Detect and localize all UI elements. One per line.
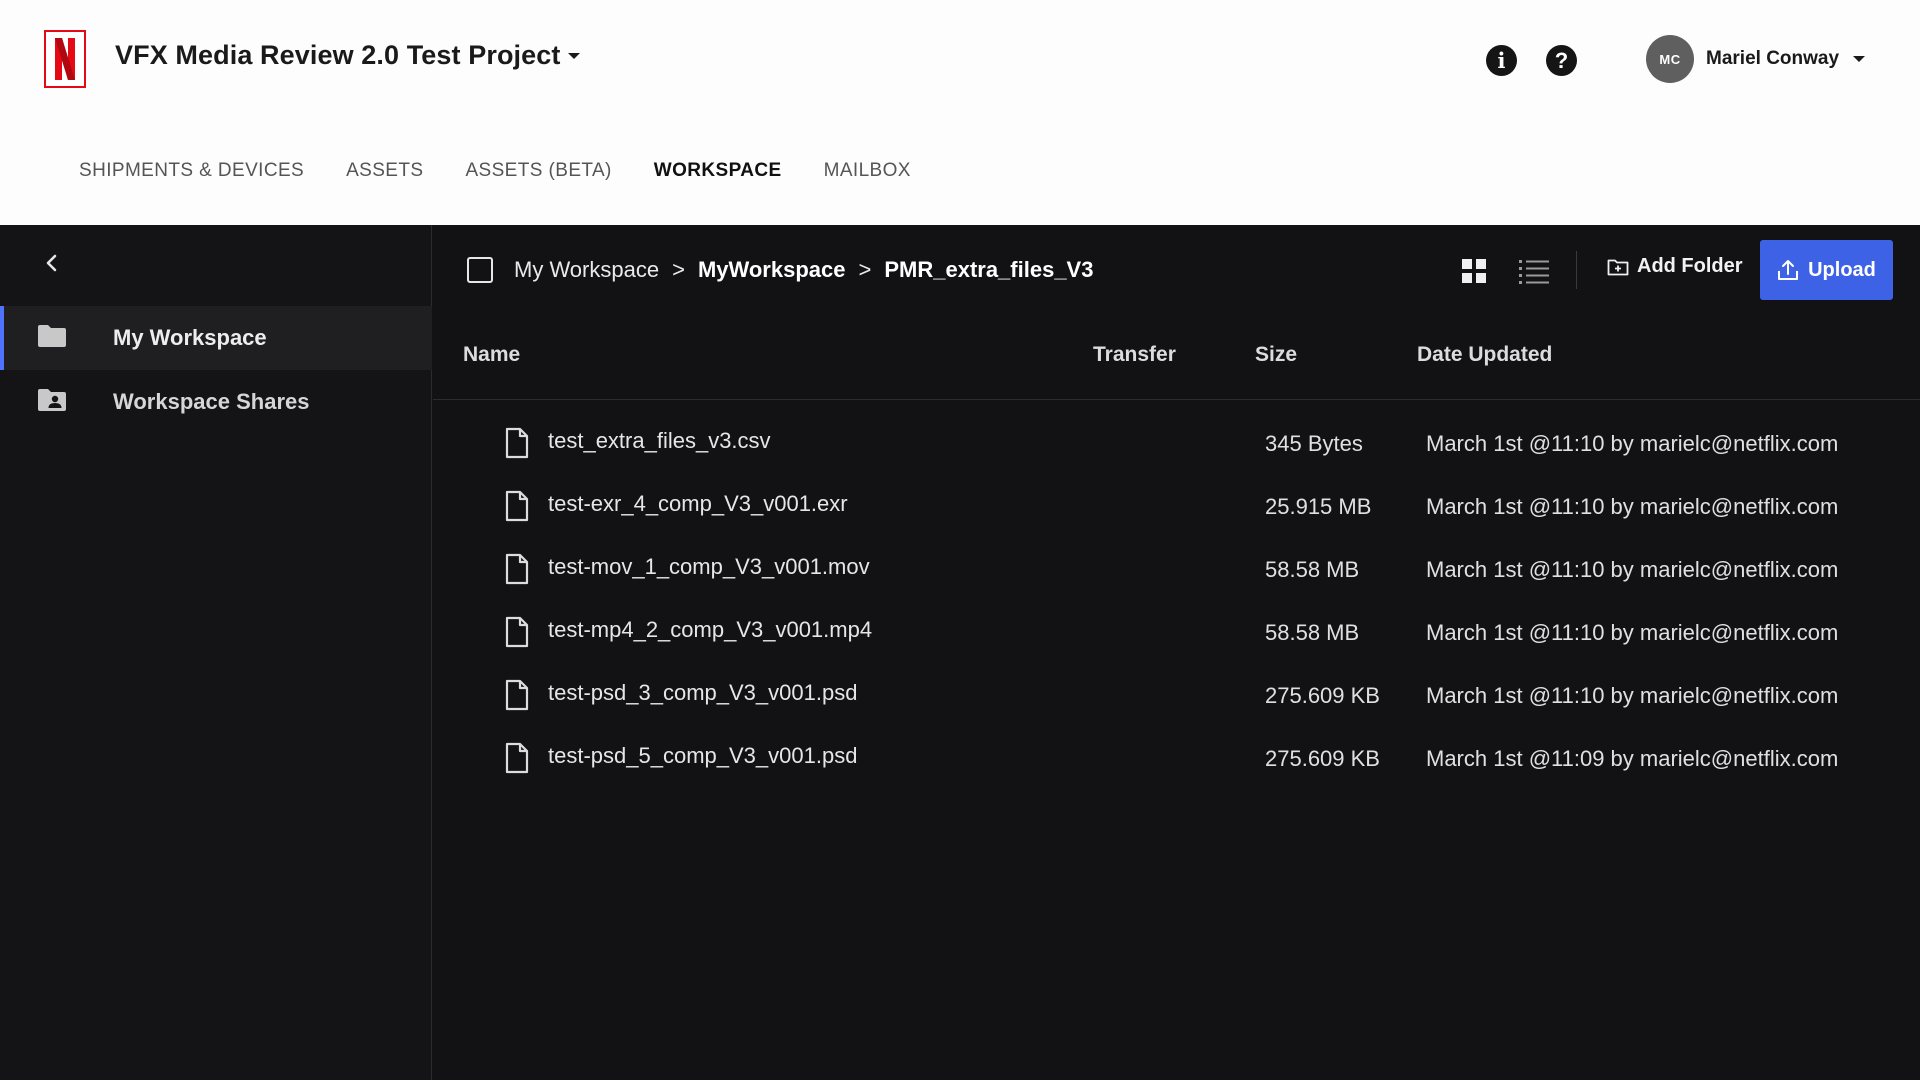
workspace-main: My Workspace > MyWorkspace > PMR_extra_f… — [433, 225, 1920, 1080]
file-date-updated: March 1st @11:10 by marielc@netflix.com — [1426, 620, 1839, 645]
netflix-logo-icon[interactable] — [44, 30, 86, 88]
table-row[interactable]: test-psd_5_comp_V3_v001.psd 275.609 KB M… — [433, 730, 1920, 793]
table-header: Name Transfer Size Date Updated — [433, 343, 1920, 400]
column-header-name[interactable]: Name — [463, 343, 520, 367]
add-folder-label: Add Folder — [1637, 255, 1743, 277]
list-view-icon[interactable] — [1518, 258, 1550, 284]
breadcrumb-separator: > — [672, 257, 685, 282]
user-name: Mariel Conway — [1706, 48, 1840, 69]
table-row[interactable]: test-exr_4_comp_V3_v001.exr 25.915 MB Ma… — [433, 478, 1920, 541]
column-header-size[interactable]: Size — [1255, 343, 1297, 367]
file-icon — [505, 616, 529, 648]
nav-tab-workspace[interactable]: WORKSPACE — [654, 160, 782, 182]
sidebar: My Workspace Workspace Shares — [0, 225, 432, 1080]
app-header: VFX Media Review 2.0 Test Project i ? MC… — [0, 0, 1920, 225]
table-row[interactable]: test-mov_1_comp_V3_v001.mov 58.58 MB Mar… — [433, 541, 1920, 604]
file-icon — [505, 679, 529, 711]
file-size: 345 Bytes — [1265, 431, 1363, 456]
shared-folder-icon — [38, 389, 66, 411]
file-icon — [505, 427, 529, 459]
file-size: 275.609 KB — [1265, 683, 1380, 708]
table-row[interactable]: test-mp4_2_comp_V3_v001.mp4 58.58 MB Mar… — [433, 604, 1920, 667]
add-folder-button[interactable]: Add Folder — [1607, 255, 1743, 278]
column-header-date-updated[interactable]: Date Updated — [1417, 343, 1552, 367]
file-name: test-psd_5_comp_V3_v001.psd — [548, 743, 858, 768]
nav-tab-assets-beta[interactable]: ASSETS (BETA) — [465, 160, 611, 182]
chevron-left-icon[interactable] — [40, 251, 64, 275]
upload-button[interactable]: Upload — [1760, 240, 1893, 300]
file-icon — [505, 742, 529, 774]
file-name: test_extra_files_v3.csv — [548, 428, 771, 453]
user-menu[interactable]: MC Mariel Conway — [1646, 35, 1866, 83]
file-size: 58.58 MB — [1265, 557, 1360, 582]
avatar: MC — [1646, 35, 1694, 83]
select-all-checkbox[interactable] — [467, 257, 493, 283]
add-folder-icon — [1607, 259, 1629, 275]
file-date-updated: March 1st @11:10 by marielc@netflix.com — [1426, 431, 1839, 456]
breadcrumb-item[interactable]: My Workspace — [514, 257, 659, 283]
breadcrumb-item[interactable]: MyWorkspace — [698, 257, 846, 283]
nav-tab-mailbox[interactable]: MAILBOX — [824, 160, 911, 182]
breadcrumb: My Workspace > MyWorkspace > PMR_extra_f… — [514, 257, 1093, 283]
project-title: VFX Media Review 2.0 Test Project — [115, 40, 561, 70]
project-selector[interactable]: VFX Media Review 2.0 Test Project — [115, 40, 581, 71]
breadcrumb-separator: > — [858, 257, 872, 282]
file-size: 25.915 MB — [1265, 494, 1372, 519]
file-name: test-psd_3_comp_V3_v001.psd — [548, 680, 858, 705]
file-size: 275.609 KB — [1265, 746, 1380, 771]
sidebar-item-label: My Workspace — [113, 325, 267, 350]
file-date-updated: March 1st @11:10 by marielc@netflix.com — [1426, 683, 1839, 708]
nav-tab-shipments-devices[interactable]: SHIPMENTS & DEVICES — [79, 160, 304, 182]
file-size: 58.58 MB — [1265, 620, 1360, 645]
table-row[interactable]: test_extra_files_v3.csv 345 Bytes March … — [433, 415, 1920, 478]
table-row[interactable]: test-psd_3_comp_V3_v001.psd 275.609 KB M… — [433, 667, 1920, 730]
folder-icon — [38, 325, 66, 347]
chevron-down-icon — [568, 52, 581, 59]
sidebar-item-label: Workspace Shares — [113, 389, 310, 414]
help-icon[interactable]: ? — [1546, 45, 1577, 76]
chevron-down-icon — [1853, 56, 1866, 62]
file-name: test-mov_1_comp_V3_v001.mov — [548, 554, 870, 579]
file-icon — [505, 490, 529, 522]
main-nav: SHIPMENTS & DEVICES ASSETS ASSETS (BETA)… — [79, 160, 911, 182]
file-icon — [505, 553, 529, 585]
file-date-updated: March 1st @11:10 by marielc@netflix.com — [1426, 494, 1839, 519]
info-icon[interactable]: i — [1486, 45, 1517, 76]
breadcrumb-current: PMR_extra_files_V3 — [884, 257, 1094, 282]
sidebar-item-my-workspace[interactable]: My Workspace — [0, 306, 432, 370]
file-date-updated: March 1st @11:10 by marielc@netflix.com — [1426, 557, 1839, 582]
sidebar-item-workspace-shares[interactable]: Workspace Shares — [0, 370, 432, 434]
grid-view-icon[interactable] — [1461, 258, 1487, 284]
file-name: test-exr_4_comp_V3_v001.exr — [548, 491, 848, 516]
upload-icon — [1778, 260, 1799, 280]
nav-tab-assets[interactable]: ASSETS — [346, 160, 423, 182]
toolbar-divider — [1576, 251, 1577, 289]
column-header-transfer[interactable]: Transfer — [1093, 343, 1176, 367]
file-date-updated: March 1st @11:09 by marielc@netflix.com — [1426, 746, 1839, 771]
upload-label: Upload — [1808, 258, 1876, 281]
file-name: test-mp4_2_comp_V3_v001.mp4 — [548, 617, 873, 642]
